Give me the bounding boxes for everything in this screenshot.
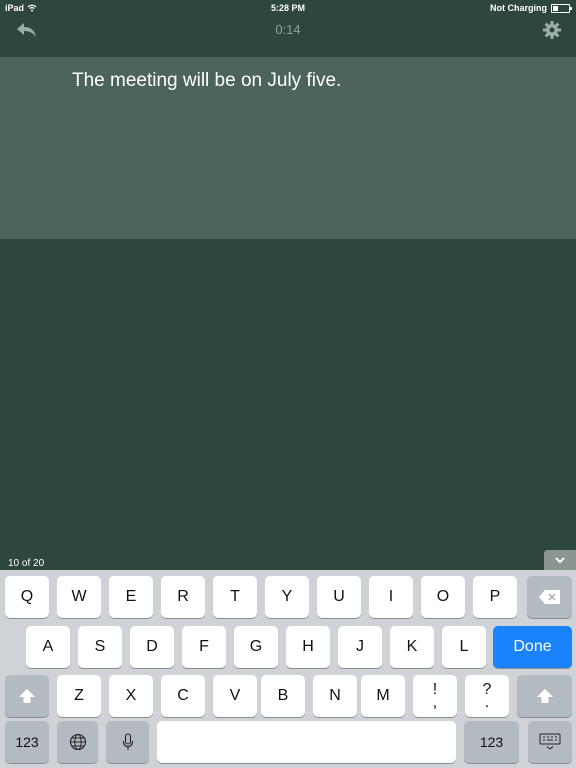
- key-m[interactable]: M: [361, 675, 405, 717]
- key-t[interactable]: T: [213, 576, 257, 618]
- battery-icon: [551, 3, 572, 13]
- gear-icon: [543, 21, 561, 39]
- key-j[interactable]: J: [338, 626, 382, 668]
- sentence-panel[interactable]: The meeting will be on July five.: [0, 57, 576, 239]
- sentence-text: The meeting will be on July five.: [72, 70, 342, 91]
- numbers-key-right[interactable]: 123: [464, 721, 519, 763]
- shift-key-left[interactable]: [5, 675, 49, 717]
- charge-status: Not Charging: [490, 3, 547, 13]
- question-period-stack: ? .: [483, 682, 492, 711]
- dictation-key[interactable]: [106, 721, 149, 763]
- key-d[interactable]: D: [130, 626, 174, 668]
- keyboard-dismiss-button[interactable]: [544, 550, 576, 570]
- key-r[interactable]: R: [161, 576, 205, 618]
- key-y[interactable]: Y: [265, 576, 309, 618]
- key-e[interactable]: E: [109, 576, 153, 618]
- key-k[interactable]: K: [390, 626, 434, 668]
- numbers-key-left[interactable]: 123: [5, 721, 49, 763]
- space-bar[interactable]: [157, 721, 456, 763]
- key-i[interactable]: I: [369, 576, 413, 618]
- chevron-down-icon: [555, 557, 565, 564]
- shift-icon: [536, 689, 553, 703]
- globe-key[interactable]: [57, 721, 98, 763]
- backspace-icon: [538, 590, 560, 604]
- delete-key[interactable]: [527, 576, 572, 618]
- timer: 0:14: [275, 22, 301, 37]
- key-u[interactable]: U: [317, 576, 361, 618]
- shift-key-right[interactable]: [517, 675, 572, 717]
- progress-counter: 10 of 20: [8, 558, 45, 569]
- status-bar: iPad 5:28 PM Not Charging: [0, 0, 576, 16]
- key-n[interactable]: N: [313, 675, 357, 717]
- key-f[interactable]: F: [182, 626, 226, 668]
- chalkboard-area: [0, 239, 576, 570]
- microphone-icon: [122, 733, 133, 750]
- key-z[interactable]: Z: [57, 675, 101, 717]
- key-v[interactable]: V: [213, 675, 257, 717]
- period-label: .: [484, 694, 490, 711]
- key-c[interactable]: C: [161, 675, 205, 717]
- done-key[interactable]: Done: [493, 626, 572, 668]
- key-question-period[interactable]: ? .: [465, 675, 509, 717]
- keyboard: Q W E R T Y U I O P A S D F G H J K L Do…: [0, 570, 576, 768]
- exclamation-comma-stack: ! ,: [432, 682, 438, 711]
- top-bar: 0:14: [0, 16, 576, 57]
- key-p[interactable]: P: [473, 576, 517, 618]
- key-s[interactable]: S: [78, 626, 122, 668]
- key-w[interactable]: W: [57, 576, 101, 618]
- key-b[interactable]: B: [261, 675, 305, 717]
- settings-button[interactable]: [542, 20, 562, 40]
- comma-label: ,: [432, 694, 438, 711]
- hide-keyboard-key[interactable]: [528, 721, 572, 763]
- shift-icon: [19, 689, 35, 703]
- key-q[interactable]: Q: [5, 576, 49, 618]
- key-h[interactable]: H: [286, 626, 330, 668]
- globe-icon: [69, 733, 86, 751]
- status-right: Not Charging: [490, 3, 572, 13]
- key-g[interactable]: G: [234, 626, 278, 668]
- key-a[interactable]: A: [26, 626, 70, 668]
- key-exclamation-comma[interactable]: ! ,: [413, 675, 457, 717]
- key-l[interactable]: L: [442, 626, 486, 668]
- keyboard-hide-icon: [539, 733, 561, 750]
- key-o[interactable]: O: [421, 576, 465, 618]
- key-x[interactable]: X: [109, 675, 153, 717]
